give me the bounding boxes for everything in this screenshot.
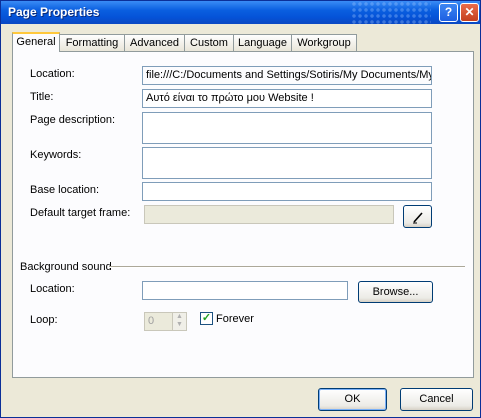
default-target-frame-label: Default target frame:	[30, 207, 131, 219]
forever-checkbox[interactable]: ✓	[200, 312, 213, 325]
sound-location-label: Location:	[30, 283, 75, 295]
title-bar[interactable]: Page Properties ? ✕	[1, 1, 480, 24]
pencil-icon	[413, 212, 423, 224]
default-target-frame-field	[144, 205, 394, 224]
cancel-button[interactable]: Cancel	[400, 388, 473, 411]
ok-button[interactable]: OK	[318, 388, 387, 411]
tab-custom[interactable]: Custom	[184, 34, 234, 51]
browse-button[interactable]: Browse...	[358, 281, 433, 303]
tab-advanced[interactable]: Advanced	[124, 34, 185, 51]
location-label: Location:	[30, 68, 75, 80]
close-icon: ✕	[464, 5, 475, 19]
background-sound-section-label: Background sound	[20, 261, 112, 273]
sound-location-input[interactable]	[142, 281, 348, 300]
page-properties-dialog: Page Properties ? ✕ General Formatting A…	[0, 0, 481, 418]
tab-language[interactable]: Language	[233, 34, 292, 51]
checkmark-icon: ✓	[201, 312, 212, 324]
tab-formatting[interactable]: Formatting	[59, 34, 125, 51]
question-mark-icon: ?	[444, 5, 453, 19]
target-frame-button[interactable]	[403, 205, 432, 228]
page-description-label: Page description:	[30, 114, 115, 126]
help-button[interactable]: ?	[439, 3, 458, 22]
forever-label: Forever	[216, 313, 254, 325]
keywords-input[interactable]	[142, 147, 432, 179]
title-label: Title:	[30, 91, 54, 103]
close-button[interactable]: ✕	[460, 3, 479, 22]
keywords-label: Keywords:	[30, 149, 82, 161]
location-field[interactable]: file:///C:/Documents and Settings/Sotiri…	[142, 66, 432, 85]
tab-general[interactable]: General	[12, 32, 60, 52]
base-location-input[interactable]	[142, 182, 432, 201]
loop-value: 0	[148, 315, 155, 327]
dialog-title: Page Properties	[8, 5, 100, 19]
loop-spinner: 0 ▲ ▼	[144, 312, 187, 331]
tab-workgroup[interactable]: Workgroup	[291, 34, 357, 51]
spinner-arrows: ▲ ▼	[172, 313, 186, 330]
page-description-input[interactable]	[142, 112, 432, 144]
title-bar-decoration	[351, 1, 431, 24]
base-location-label: Base location:	[30, 184, 100, 196]
title-input[interactable]: Αυτό είναι το πρώτο μου Website !	[142, 89, 432, 108]
section-divider	[109, 266, 465, 268]
loop-label: Loop:	[30, 314, 58, 326]
